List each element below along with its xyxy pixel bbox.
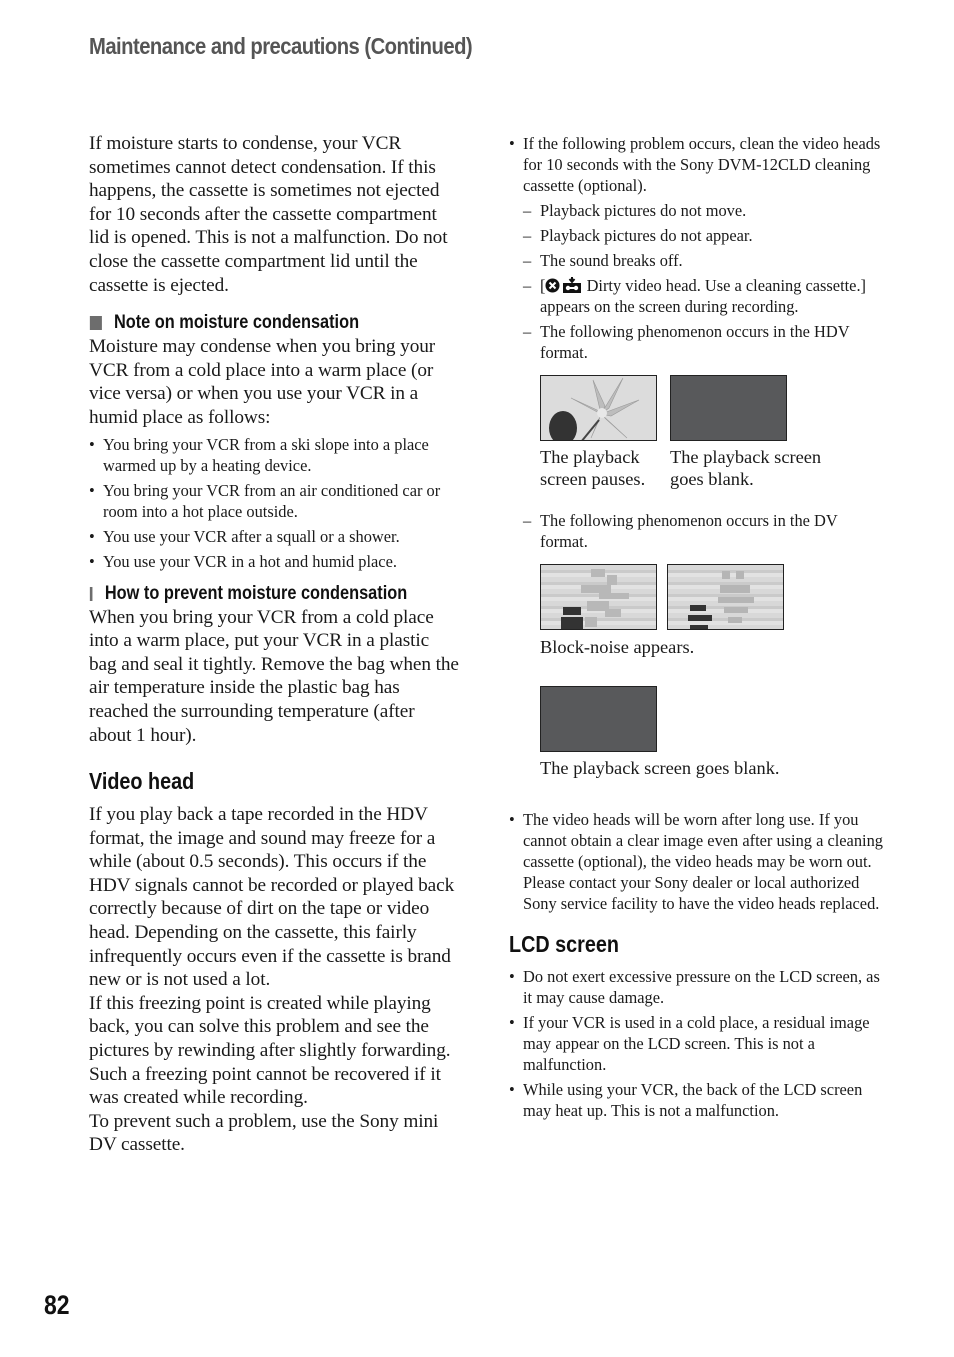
dash-icon: – <box>523 226 532 245</box>
lcd-section: LCD screen • Do not exert excessive press… <box>509 930 889 1121</box>
dash-icon: – <box>523 201 532 220</box>
left-column: If moisture starts to condense, your VCR… <box>89 132 459 1157</box>
figure-pause: The playback screen pauses. <box>540 375 658 490</box>
hdv-phenomenon-text: The following phenomenon occurs in the H… <box>540 322 850 362</box>
prevent-section: How to prevent moisture condensation Whe… <box>89 582 459 748</box>
video-head-section: Video head If you play back a tape recor… <box>89 767 459 1157</box>
list-item: – The sound breaks off. <box>523 250 889 271</box>
list-item: • Do not exert excessive pressure on the … <box>509 966 889 1008</box>
list-item-text: You bring your VCR from an air condition… <box>103 480 441 521</box>
list-item-text: You use your VCR after a squall or a sho… <box>103 526 400 546</box>
list-item: • If your VCR is used in a cold place, a … <box>509 1012 889 1075</box>
page-header-title: Maintenance and precautions (Continued) <box>89 33 473 59</box>
note-bullet-list: • You bring your VCR from a ski slope int… <box>89 434 459 572</box>
list-item-text: Do not exert excessive pressure on the L… <box>523 967 880 1007</box>
dv-phenomenon-text: The following phenomenon occurs in the D… <box>540 511 838 551</box>
video-head-paragraph-2: If this freezing point is created while … <box>89 992 451 1109</box>
bullet-icon: • <box>89 526 95 546</box>
blank-screen-image <box>540 686 657 752</box>
list-item-text: Playback pictures do not move. <box>540 201 747 220</box>
list-item-text: While using your VCR, the back of the LC… <box>523 1080 863 1120</box>
flower-icon <box>541 376 656 440</box>
video-head-paragraph-3: To prevent such a problem, use the Sony … <box>89 1110 439 1156</box>
figure-caption: The playback screen goes blank. <box>670 447 822 489</box>
block-noise-icon <box>561 569 629 629</box>
dash-icon: – <box>523 322 532 341</box>
page-number: 82 <box>44 1290 70 1320</box>
bullet-icon: • <box>509 810 515 829</box>
problem-list: – Playback pictures do not move. – Playbac… <box>523 200 889 779</box>
block-noise-icon <box>688 571 754 629</box>
bullet-icon: • <box>509 134 515 153</box>
flower-paused-image <box>540 375 657 441</box>
square-bullet-icon <box>89 586 93 601</box>
block-noise-image-1 <box>540 564 657 630</box>
list-item: – Playback pictures do not appear. <box>523 225 889 246</box>
note-heading: Note on moisture condensation <box>89 311 407 335</box>
list-item: – The following phenomenon occurs in the… <box>523 510 889 779</box>
note-paragraph: Moisture may condense when you bring you… <box>89 336 436 428</box>
figure-blank: The playback screen goes blank. <box>670 375 840 490</box>
list-item: – The following phenomenon occurs in the… <box>523 321 889 490</box>
list-item: • You bring your VCR from a ski slope int… <box>89 434 459 476</box>
warning-x-icon <box>545 278 560 293</box>
list-item: • If the following problem occurs, clean… <box>509 133 889 196</box>
list-item: • The video heads will be worn after lon… <box>509 809 889 914</box>
lcd-bullet-list: • Do not exert excessive pressure on the … <box>509 966 889 1121</box>
cleaning-instruction: If the following problem occurs, clean t… <box>523 134 881 195</box>
dv-caption: Block-noise appears. <box>540 637 695 657</box>
dash-icon: – <box>523 276 532 295</box>
bullet-icon: • <box>89 434 95 454</box>
square-bullet-icon <box>89 316 102 331</box>
dv-blank-caption: The playback screen goes blank. <box>540 758 780 778</box>
bullet-icon: • <box>509 1080 515 1099</box>
right-column: • If the following problem occurs, clean… <box>509 133 889 1125</box>
list-item-text: If your VCR is used in a cold place, a r… <box>523 1013 870 1074</box>
dv-figures <box>540 564 889 630</box>
cleaning-bullet-list: • If the following problem occurs, clean… <box>509 133 889 196</box>
note-heading-text: Note on moisture condensation <box>113 312 360 334</box>
prevent-heading: How to prevent moisture condensation <box>89 582 407 606</box>
video-head-heading: Video head <box>89 768 195 795</box>
intro-paragraph: If moisture starts to condense, your VCR… <box>89 133 448 296</box>
list-item-text: The sound breaks off. <box>540 251 683 270</box>
lcd-heading: LCD screen <box>509 931 619 957</box>
list-item: – [ Dirty video head. Use a cleaning cas… <box>523 275 889 317</box>
prevent-paragraph: When you bring your VCR from a cold plac… <box>89 606 459 746</box>
prevent-heading-text: How to prevent moisture condensation <box>104 582 408 604</box>
list-item: • You use your VCR after a squall or a sh… <box>89 526 459 547</box>
worn-heads-list: • The video heads will be worn after lon… <box>509 809 889 914</box>
hdv-figures: The playback screen pauses. The playback… <box>540 375 889 490</box>
bullet-icon: • <box>509 967 515 986</box>
cassette-head-icon <box>563 277 582 293</box>
list-item-text: Playback pictures do not appear. <box>540 226 753 245</box>
bullet-icon: • <box>509 1013 515 1032</box>
list-item-text: You bring your VCR from a ski slope into… <box>103 434 429 475</box>
note-section: Note on moisture condensation Moisture m… <box>89 311 459 571</box>
dash-icon: – <box>523 251 532 270</box>
list-item: • While using your VCR, the back of the L… <box>509 1079 889 1121</box>
block-noise-image-2 <box>667 564 784 630</box>
blank-screen-image <box>670 375 787 441</box>
list-item-text: You use your VCR in a hot and humid plac… <box>103 551 397 571</box>
dirty-head-text: Dirty video head. Use a cleaning cassett… <box>540 276 867 316</box>
worn-heads-text: The video heads will be worn after long … <box>523 810 883 913</box>
bullet-icon: • <box>89 551 95 571</box>
dv-blank-figure: The playback screen goes blank. <box>540 686 889 779</box>
dash-icon: – <box>523 511 532 530</box>
list-item: • You use your VCR in a hot and humid pla… <box>89 551 459 572</box>
list-item: • You bring your VCR from an air conditio… <box>89 480 459 522</box>
list-item: – Playback pictures do not move. <box>523 200 889 221</box>
bullet-icon: • <box>89 480 95 500</box>
video-head-paragraph-1: If you play back a tape recorded in the … <box>89 804 455 991</box>
figure-caption: The playback screen pauses. <box>540 447 646 489</box>
